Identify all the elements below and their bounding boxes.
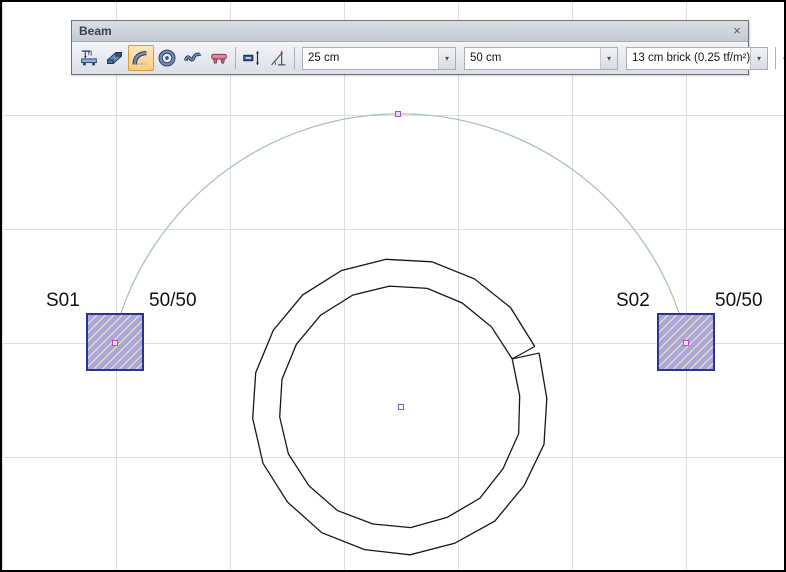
beam-height-value: 50 cm xyxy=(465,52,600,64)
toolbar-title: Beam xyxy=(72,24,726,38)
arc-apex-handle[interactable] xyxy=(395,111,401,117)
wall-load-value: 13 cm brick (0.25 tf/m²) xyxy=(627,52,750,64)
beam-with-load-button[interactable]: N xyxy=(76,45,102,71)
close-icon[interactable]: × xyxy=(726,21,748,41)
svg-text:N: N xyxy=(88,50,93,57)
column-s02-section: 50/50 xyxy=(715,290,763,312)
arc-beam-icon xyxy=(130,47,152,69)
section-size-button[interactable] xyxy=(239,45,265,71)
snap-center-icon xyxy=(781,47,786,69)
chevron-down-icon[interactable]: ▾ xyxy=(600,48,617,69)
column-s02-center-handle[interactable] xyxy=(683,340,689,346)
section-size-icon xyxy=(241,47,263,69)
circular-beam-button[interactable] xyxy=(154,45,180,71)
spline-beam-icon xyxy=(182,47,204,69)
drawing-layer xyxy=(0,0,786,572)
wall-load-combobox[interactable]: 13 cm brick (0.25 tf/m²) ▾ xyxy=(626,47,768,70)
beam-width-combobox[interactable]: 25 cm ▾ xyxy=(302,47,456,70)
circular-beam-icon xyxy=(156,47,178,69)
toolbar-separator xyxy=(294,47,295,69)
column-s01-center-handle[interactable] xyxy=(112,340,118,346)
beam-toolbar: Beam × N xyxy=(71,20,749,75)
cad-viewport: S01 50/50 S02 50/50 Beam × N xyxy=(0,0,786,572)
beam-height-combobox[interactable]: 50 cm ▾ xyxy=(464,47,618,70)
arc-beam-button[interactable] xyxy=(128,45,154,71)
continuous-beam-button[interactable] xyxy=(206,45,232,71)
beam-width-value: 25 cm xyxy=(303,52,438,64)
ring-beam-joint-line-1 xyxy=(512,353,539,359)
angle-guide-button[interactable] xyxy=(265,45,291,71)
chevron-down-icon[interactable]: ▾ xyxy=(750,48,767,69)
angle-guide-icon xyxy=(267,47,289,69)
column-s01-section: 50/50 xyxy=(149,290,197,312)
ring-center-handle[interactable] xyxy=(398,404,404,410)
snap-center-button[interactable] xyxy=(779,45,786,71)
arc-beam-preview[interactable] xyxy=(121,114,679,313)
sloped-beam-button[interactable] xyxy=(102,45,128,71)
spline-beam-button[interactable] xyxy=(180,45,206,71)
continuous-beam-icon xyxy=(208,47,230,69)
toolbar-separator xyxy=(775,47,776,69)
chevron-down-icon[interactable]: ▾ xyxy=(438,48,455,69)
beam-toolbar-buttons: N xyxy=(72,42,748,74)
beam-with-load-icon: N xyxy=(78,47,100,69)
toolbar-separator xyxy=(235,47,236,69)
column-s02-label: S02 xyxy=(616,290,650,312)
beam-toolbar-titlebar[interactable]: Beam × xyxy=(72,21,748,42)
sloped-beam-icon xyxy=(104,47,126,69)
column-s01-label: S01 xyxy=(46,290,80,312)
